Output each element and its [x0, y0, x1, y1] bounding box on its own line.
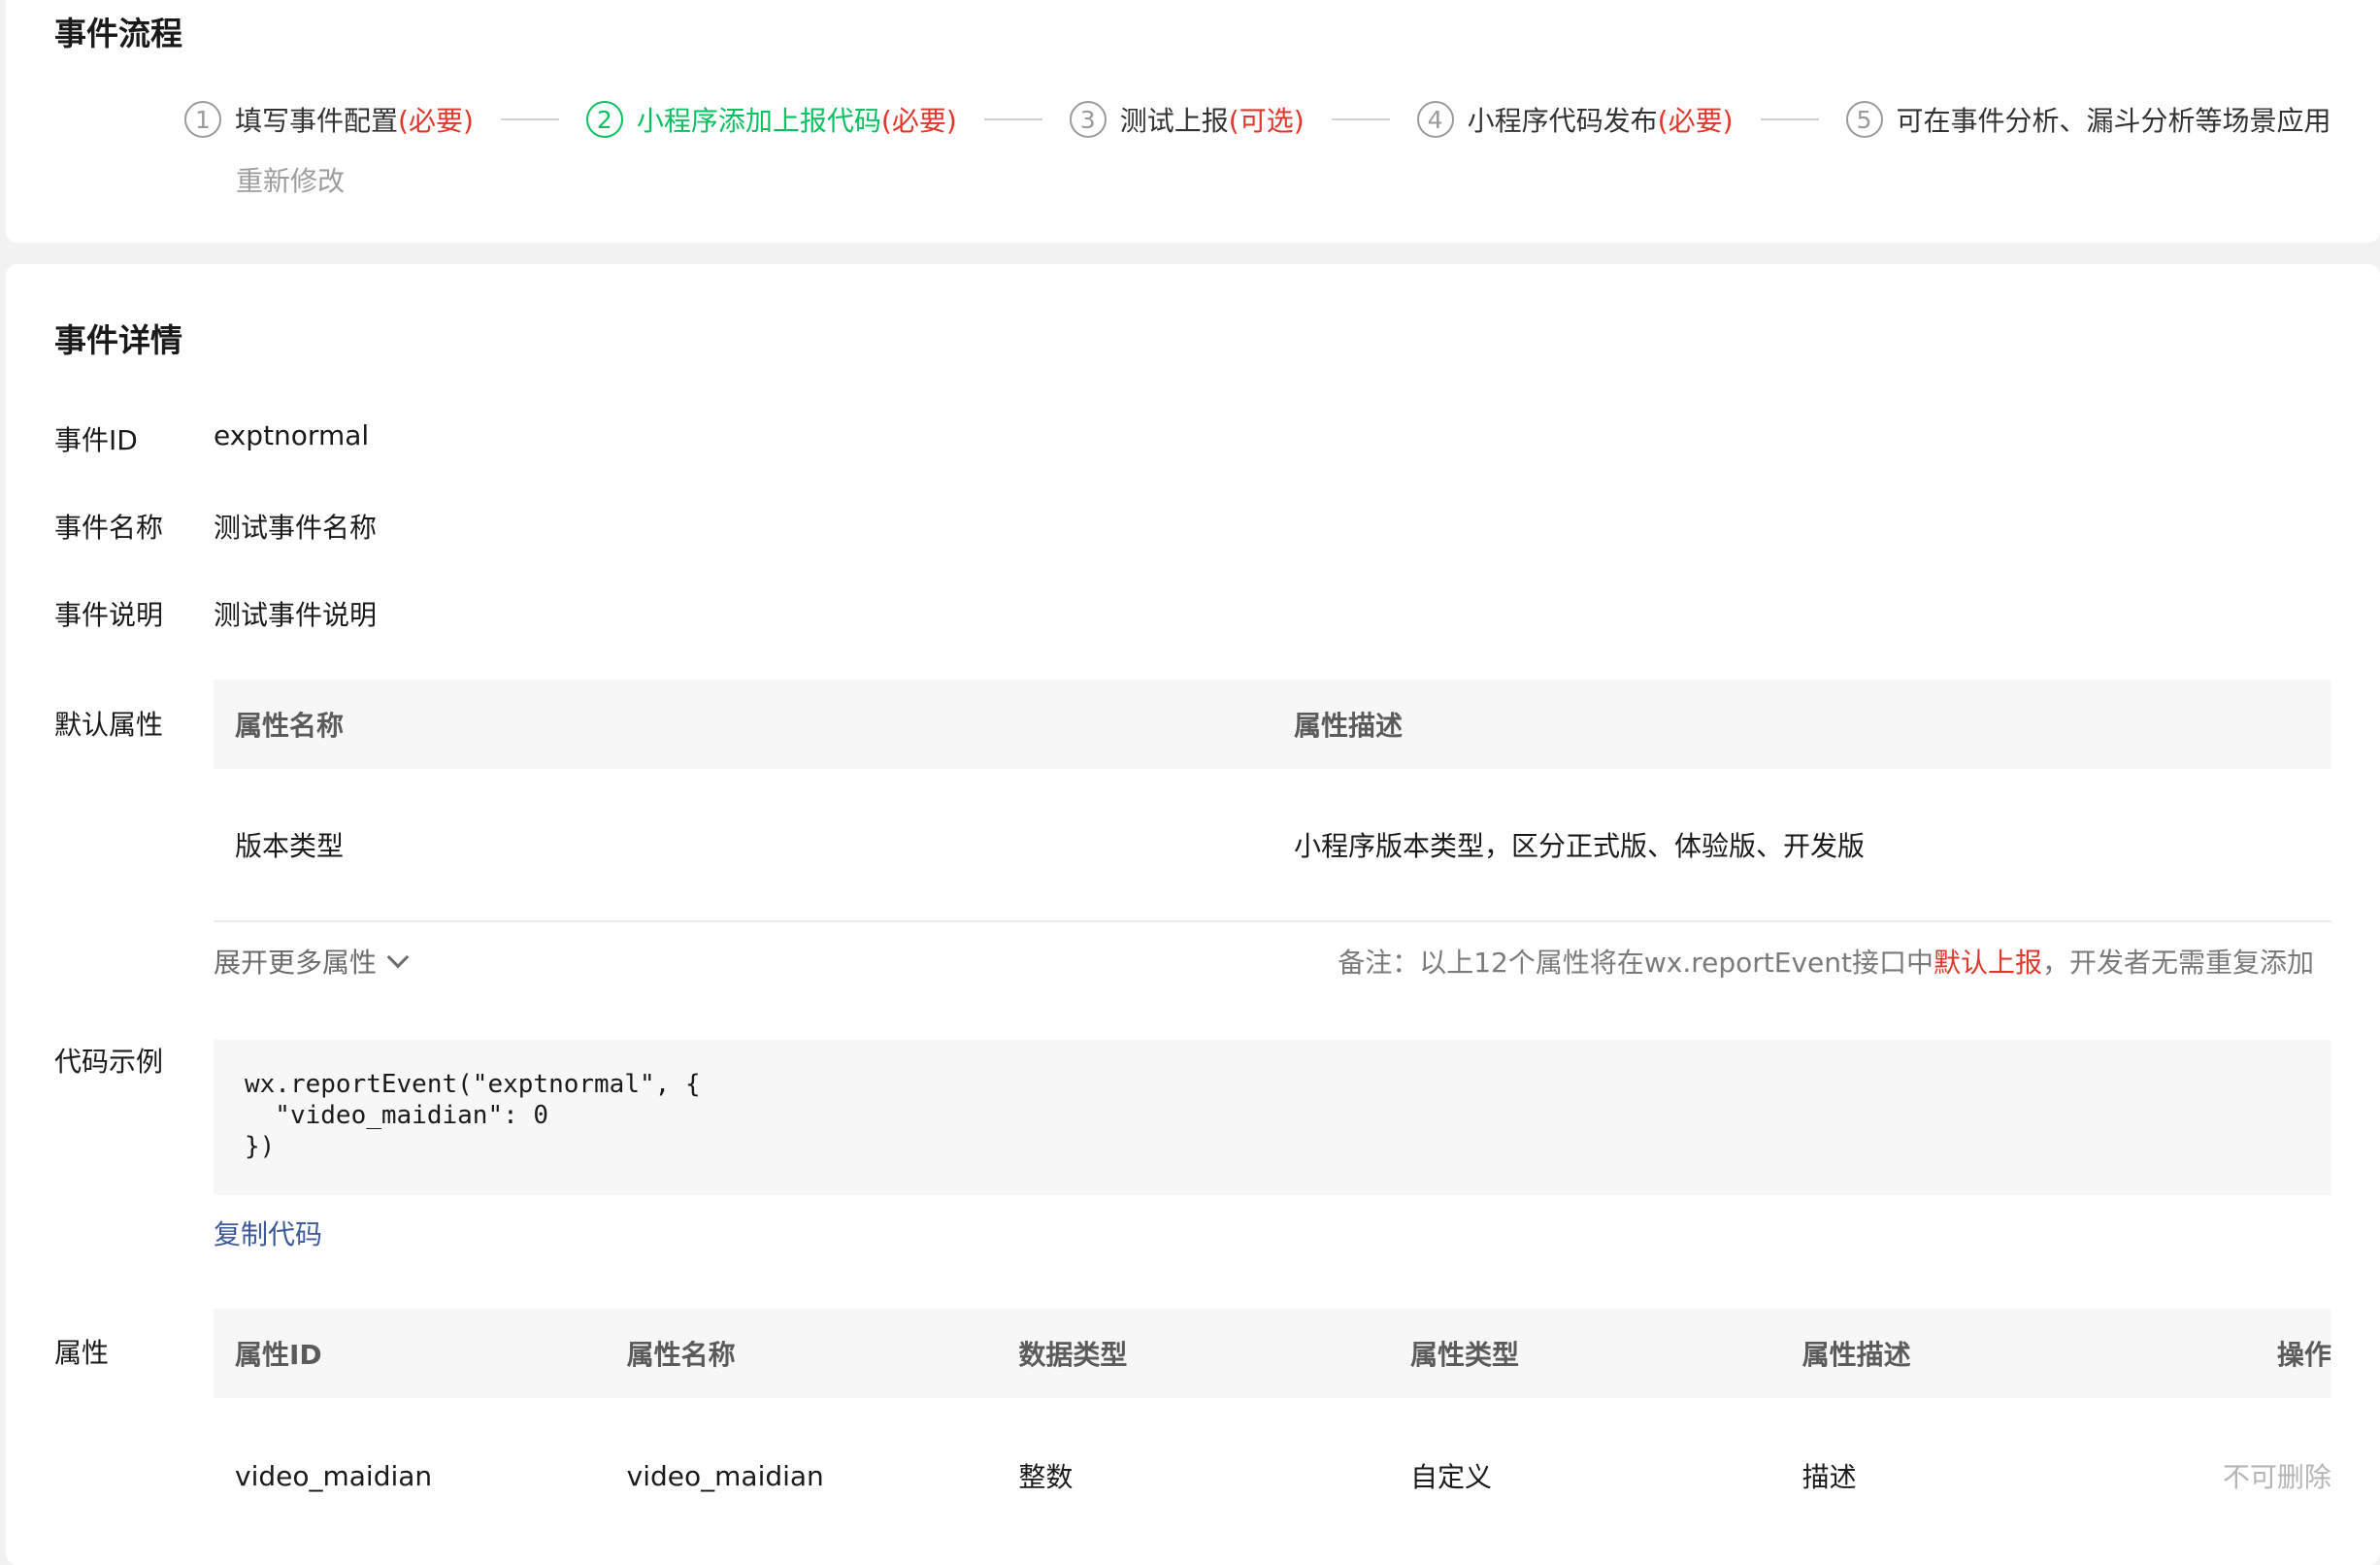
code-example-label: 代码示例: [54, 1046, 164, 1078]
event-desc-label: 事件说明: [54, 599, 164, 631]
table-row: video_maidian video_maidian 整数 自定义 描述 不可…: [214, 1398, 2331, 1553]
step-5-label: 可在事件分析、漏斗分析等场景应用: [1896, 105, 2331, 137]
step-3-label: 测试上报: [1119, 105, 1229, 137]
header-prop-desc: 属性描述: [1802, 1339, 1911, 1371]
step-1-tag: (必要): [398, 105, 474, 137]
step-4-number: 4: [1416, 101, 1454, 138]
props-table: 属性ID 属性名称 数据类型 属性类型 属性描述 操作 video_maidia…: [214, 1309, 2331, 1553]
step-3: 3 测试上报 (可选): [1069, 100, 1305, 139]
default-props-label: 默认属性: [54, 709, 164, 741]
re-edit-link[interactable]: 重新修改: [236, 160, 345, 199]
event-id-label: 事件ID: [54, 424, 138, 456]
note-suffix: ，开发者无需重复添加: [2041, 947, 2314, 979]
cell-prop-name: video_maidian: [626, 1459, 824, 1492]
step-2-label: 小程序添加上报代码: [636, 105, 881, 137]
event-flow-card: 事件流程 1 填写事件配置 (必要) 2 小程序添加上报代码 (必要) 3 测试…: [6, 0, 2380, 243]
step-3-tag: (可选): [1228, 105, 1305, 137]
step-4-tag: (必要): [1657, 105, 1734, 137]
delete-disabled-label: 不可删除: [2222, 1461, 2331, 1493]
header-prop-id: 属性ID: [235, 1339, 322, 1371]
header-prop-name: 属性名称: [235, 710, 345, 742]
step-connector: [983, 118, 1042, 120]
step-connector: [500, 118, 559, 120]
table-header: 属性ID 属性名称 数据类型 属性类型 属性描述 操作: [214, 1309, 2331, 1398]
detail-title: 事件详情: [54, 321, 182, 359]
note-highlight: 默认上报: [1933, 947, 2042, 979]
step-1-number: 1: [184, 101, 221, 138]
header-prop-desc: 属性描述: [1294, 710, 1404, 742]
table-row: 版本类型 小程序版本类型，区分正式版、体验版、开发版: [214, 769, 2331, 922]
flow-steps: 1 填写事件配置 (必要) 2 小程序添加上报代码 (必要) 3 测试上报 (可…: [184, 99, 2341, 140]
step-connector: [1331, 118, 1390, 120]
step-5-number: 5: [1845, 101, 1883, 138]
chevron-down-icon: [386, 946, 410, 969]
step-5: 5 可在事件分析、漏斗分析等场景应用: [1845, 100, 2331, 139]
expand-more-props[interactable]: 展开更多属性: [214, 942, 410, 981]
table-header: 属性名称 属性描述: [214, 680, 2331, 769]
event-name-value: 测试事件名称: [214, 512, 378, 544]
step-4-label: 小程序代码发布: [1467, 105, 1658, 137]
code-block: wx.reportEvent("exptnormal", { "video_ma…: [214, 1040, 2331, 1195]
event-detail-card: 事件详情 事件ID exptnormal 事件名称 测试事件名称 事件说明 测试…: [6, 264, 2380, 1565]
step-1-label: 填写事件配置: [235, 105, 399, 137]
cell-prop-type: 自定义: [1409, 1461, 1492, 1493]
step-2-number: 2: [585, 101, 623, 138]
step-4: 4 小程序代码发布 (必要): [1416, 100, 1734, 139]
header-action: 操作: [2276, 1339, 2331, 1371]
copy-code-link[interactable]: 复制代码: [214, 1214, 322, 1252]
default-props-note: 备注：以上12个属性将在wx.reportEvent接口中默认上报，开发者无需重…: [1338, 942, 2314, 981]
expand-more-label: 展开更多属性: [214, 947, 378, 979]
cell-data-type: 整数: [1018, 1461, 1074, 1493]
step-3-number: 3: [1069, 101, 1107, 138]
event-desc-value: 测试事件说明: [214, 599, 378, 631]
header-data-type: 数据类型: [1018, 1339, 1128, 1371]
note-prefix: 备注：以上12个属性将在wx.reportEvent接口中: [1338, 947, 1934, 979]
cell-prop-id: video_maidian: [235, 1459, 433, 1492]
step-1: 1 填写事件配置 (必要): [184, 100, 474, 139]
step-connector: [1760, 118, 1819, 120]
step-2-tag: (必要): [880, 105, 957, 137]
cell-prop-desc: 描述: [1802, 1461, 1857, 1493]
header-prop-name: 属性名称: [626, 1339, 736, 1371]
default-props-table: 属性名称 属性描述 版本类型 小程序版本类型，区分正式版、体验版、开发版: [214, 680, 2331, 922]
step-2: 2 小程序添加上报代码 (必要): [585, 100, 957, 139]
event-name-label: 事件名称: [54, 512, 164, 544]
event-id-value: exptnormal: [214, 419, 370, 451]
props-label: 属性: [54, 1337, 110, 1369]
header-prop-type: 属性类型: [1409, 1339, 1519, 1371]
flow-title: 事件流程: [54, 15, 182, 52]
cell-prop-desc: 小程序版本类型，区分正式版、体验版、开发版: [1294, 830, 1866, 862]
cell-prop-name: 版本类型: [235, 830, 345, 862]
